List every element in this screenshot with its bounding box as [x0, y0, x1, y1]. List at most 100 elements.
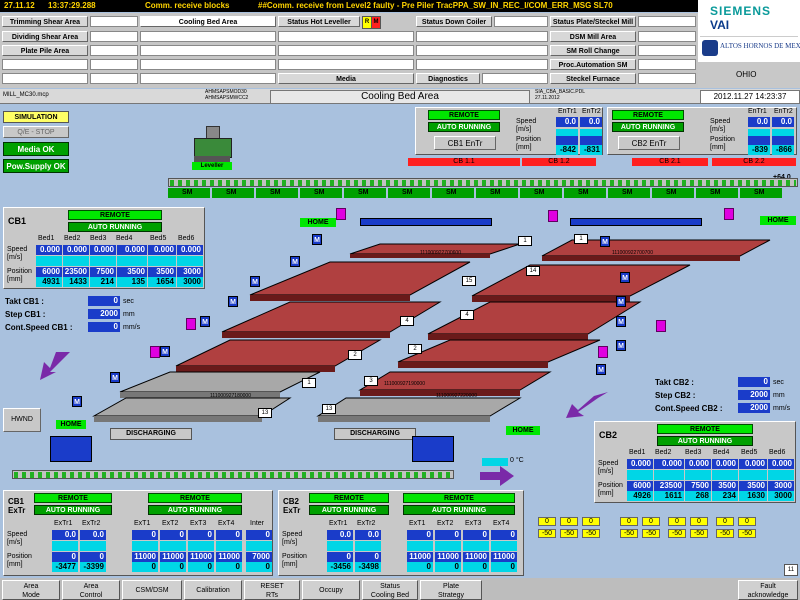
discharge-table[interactable]: [316, 397, 522, 417]
col-ext3: ExT3: [190, 520, 207, 527]
cb2-extr-panel: CB2 ExTr REMOTE AUTO RUNNING REMOTE AUTO…: [278, 490, 524, 576]
motor-m-icon[interactable]: M: [200, 316, 210, 327]
plate-id: 111000922700700: [612, 250, 653, 256]
plate-id: 111000927190000: [384, 381, 425, 387]
motor-m-icon[interactable]: M: [72, 396, 82, 407]
cb2-ext2-pos: 0: [435, 562, 461, 572]
bottom-nav-bar: Area Mode Area Control CSM/DSM Calibration…: [0, 578, 800, 600]
cooling-bed-plate[interactable]: [119, 371, 321, 393]
calibration-button[interactable]: Calibration: [184, 580, 242, 600]
motor-m-icon[interactable]: M: [160, 346, 170, 357]
cb2-bed5-speed-act: [739, 470, 767, 480]
yellow-indicator: -50: [690, 529, 708, 538]
yellow-indicator: 0: [582, 517, 600, 526]
fault-acknowledge-button[interactable]: Fault acknowledge: [738, 580, 798, 600]
cb2-direction-arrow-icon: [566, 392, 608, 418]
cb2-position-label: Position: [598, 482, 623, 489]
cb2-bed2-header: Bed2: [655, 449, 672, 456]
cb2-ext3-speed-act: [463, 541, 489, 551]
motor-m-icon[interactable]: M: [596, 364, 606, 375]
btn-line1: Fault: [760, 583, 776, 590]
motor-m-icon[interactable]: M: [290, 256, 300, 267]
hwnd-button[interactable]: HWND: [3, 408, 41, 432]
csm-dsm-button[interactable]: CSM/DSM: [122, 580, 182, 600]
magnet-icon[interactable]: [186, 318, 196, 330]
magnet-icon[interactable]: [656, 320, 666, 332]
cb2-bed-panel: CB2 REMOTE AUTO RUNNING Bed1 Bed2 Bed3 B…: [594, 421, 796, 503]
cooling-bed-plate[interactable]: [249, 261, 471, 296]
cb1-extr1-pos-set: 0: [52, 552, 78, 562]
page-number[interactable]: 11: [784, 564, 798, 576]
yellow-indicator: -50: [538, 529, 556, 538]
cb2-bed4-pos-set: 3500: [712, 481, 738, 491]
motor-m-icon[interactable]: M: [228, 296, 238, 307]
col-inter: Inter: [250, 520, 265, 527]
position-label: Position: [282, 553, 307, 560]
area-control-button[interactable]: Area Control: [62, 580, 120, 600]
cb1-ext4-pos-set: 11000: [216, 552, 242, 562]
btn-line2: Control: [79, 592, 103, 599]
cb1-extr-auto: AUTO RUNNING: [34, 505, 112, 515]
plate-strategy-button[interactable]: Plate Strategy: [420, 580, 482, 600]
cb2-bed3-speed-act: [685, 470, 711, 480]
reset-rts-button[interactable]: RESET RTs: [244, 580, 300, 600]
btn-line1: Area: [83, 583, 99, 590]
cooling-bed-plate[interactable]: [471, 264, 691, 297]
cb2-bed4-pos: 234: [712, 491, 738, 501]
yellow-indicator: -50: [738, 529, 756, 538]
motor-m-icon[interactable]: M: [312, 234, 322, 245]
cb2-remote: REMOTE: [657, 424, 753, 434]
btn-line1: Area: [23, 583, 39, 590]
cb1-ext2-speed: 0: [160, 530, 186, 540]
cb2-ext4-speed-act: [491, 541, 517, 551]
motor-m-icon[interactable]: M: [616, 316, 626, 327]
magnet-icon[interactable]: [336, 208, 346, 220]
takt-cb2-value[interactable]: 0: [738, 377, 770, 387]
motor-m-icon[interactable]: M: [110, 372, 120, 383]
cb1-ext1-speed: 0: [132, 530, 158, 540]
bed-number: 13: [258, 408, 272, 418]
area-mode-button[interactable]: Area Mode: [2, 580, 60, 600]
cb1-inter-pos-set: 7000: [246, 552, 272, 562]
motor-m-icon[interactable]: M: [616, 296, 626, 307]
status-cooling-bed-button[interactable]: Status Cooling Bed: [362, 580, 418, 600]
cb2-ext-remote: REMOTE: [403, 493, 515, 503]
occupy-button[interactable]: Occupy: [302, 580, 360, 600]
bed-number: 2: [348, 350, 362, 360]
cb2-bed6-pos-set: 3000: [768, 481, 794, 491]
magnet-icon[interactable]: [548, 210, 558, 222]
cb2-ext1-pos: 0: [407, 562, 433, 572]
magnet-icon[interactable]: [724, 208, 734, 220]
cb1-ext2-speed-act: [160, 541, 186, 551]
temperature-value: 0 °C: [510, 457, 524, 464]
motor-m-icon[interactable]: M: [620, 272, 630, 283]
bed-number: 14: [526, 266, 540, 276]
discharging-label-cb2: DISCHARGING: [334, 428, 416, 440]
motor-m-icon[interactable]: M: [250, 276, 260, 287]
discharge-table-edge: [318, 416, 490, 422]
yellow-indicator: 0: [538, 517, 556, 526]
cb2-bed1-speed: 0.000: [627, 459, 653, 469]
magnet-icon[interactable]: [598, 346, 608, 358]
cb2-extr1-speed-act: [327, 541, 353, 551]
cb1-extr2-pos-set: 0: [80, 552, 106, 562]
yellow-indicator: -50: [642, 529, 660, 538]
motor-m-icon[interactable]: M: [616, 340, 626, 351]
cb1-ext3-speed: 0: [188, 530, 214, 540]
col-ext2: ExT2: [437, 520, 454, 527]
step-cb2-value[interactable]: 2000: [738, 390, 770, 400]
magnet-icon[interactable]: [150, 346, 160, 358]
cooling-bed-plate[interactable]: [397, 339, 601, 363]
speed-unit: [m/s]: [7, 539, 23, 546]
home-label: HOME: [56, 420, 86, 429]
cb1-ext1-pos-set: 11000: [132, 552, 158, 562]
cb1-ext4-speed: 0: [216, 530, 242, 540]
temperature-arrow-icon: [480, 466, 514, 486]
cb2-bed5-header: Bed5: [741, 449, 758, 456]
col-extr2: ExTr2: [82, 520, 101, 527]
cb1-ext2-pos-set: 11000: [160, 552, 186, 562]
motor-m-icon[interactable]: M: [600, 236, 610, 247]
cb2-bed1-pos-set: 6000: [627, 481, 653, 491]
cont-speed-cb2-value[interactable]: 2000: [738, 403, 770, 413]
bed-number: 1: [302, 378, 316, 388]
